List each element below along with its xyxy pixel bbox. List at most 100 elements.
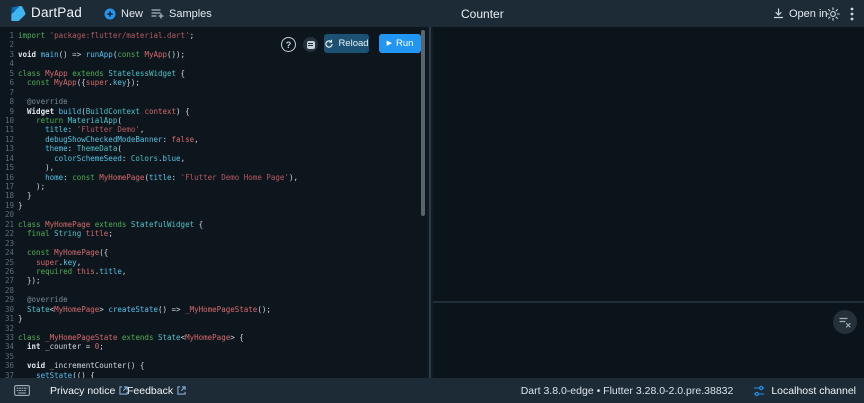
feedback-label: Feedback bbox=[127, 384, 174, 397]
line-number: 14 bbox=[4, 153, 14, 163]
header: DartPad New Samples Counter Open in bbox=[0, 0, 864, 27]
main-area: 1 2 3 4 5 6 7 8 9 10 11 12 13 14 15 16 17 18 19 20 21 22 23 24 2… bbox=[0, 27, 864, 378]
output-panel bbox=[433, 27, 864, 378]
line-number: 26 bbox=[4, 266, 14, 276]
code-line[interactable]: class MyHomePage extends StatefulWidget … bbox=[18, 220, 419, 229]
footer-right: Dart 3.8.0-edge • Flutter 3.28.0-2.0.pre… bbox=[521, 378, 856, 403]
format-button[interactable] bbox=[303, 37, 318, 52]
line-number: 32 bbox=[4, 323, 14, 333]
privacy-notice-label: Privacy notice bbox=[50, 384, 116, 397]
page-title: Counter bbox=[461, 7, 504, 21]
reload-icon bbox=[325, 39, 334, 48]
channel-label: Localhost channel bbox=[771, 384, 856, 397]
line-number: 24 bbox=[4, 248, 14, 258]
footer: Privacy notice Feedback Dart 3.8.0-edge … bbox=[0, 378, 864, 403]
line-number: 17 bbox=[4, 182, 14, 191]
line-number: 4 bbox=[9, 59, 14, 69]
open-in-label: Open in bbox=[789, 7, 828, 20]
editor-scrollbar[interactable] bbox=[421, 30, 425, 216]
open-in-button[interactable]: Open in bbox=[773, 0, 828, 27]
keyboard-icon bbox=[14, 385, 30, 396]
console-panel bbox=[433, 303, 864, 378]
code-line[interactable]: debugShowCheckedModeBanner: false, bbox=[18, 135, 419, 144]
code-line[interactable]: void _incrementCounter() { bbox=[18, 361, 419, 370]
code-line[interactable]: Widget build(BuildContext context) { bbox=[18, 107, 419, 116]
line-number: 36 bbox=[4, 361, 14, 371]
code-line[interactable] bbox=[18, 88, 419, 97]
code-line[interactable]: ); bbox=[18, 182, 419, 191]
code-line[interactable]: } bbox=[18, 314, 419, 323]
line-number: 11 bbox=[4, 125, 14, 135]
keyboard-shortcuts-button[interactable] bbox=[14, 378, 30, 403]
line-number: 19 bbox=[4, 200, 14, 210]
overflow-menu-button[interactable] bbox=[846, 0, 858, 27]
line-number: 13 bbox=[4, 144, 14, 154]
code-line[interactable]: class _MyHomePageState extends State<MyH… bbox=[18, 333, 419, 342]
help-button[interactable]: ? bbox=[281, 37, 296, 52]
reload-button[interactable]: Reload bbox=[324, 34, 369, 53]
feedback-link[interactable]: Feedback bbox=[127, 378, 186, 403]
line-number: 37 bbox=[4, 370, 14, 378]
code-line[interactable] bbox=[18, 239, 419, 248]
line-number: 16 bbox=[4, 172, 14, 182]
code-editor[interactable]: 1 2 3 4 5 6 7 8 9 10 11 12 13 14 15 16 17 18 19 20 21 22 23 24 2… bbox=[0, 27, 427, 378]
theme-toggle-button[interactable] bbox=[826, 0, 840, 27]
new-button[interactable]: New bbox=[104, 0, 143, 27]
code-line[interactable] bbox=[18, 210, 419, 219]
code-line[interactable]: int _counter = 0; bbox=[18, 342, 419, 351]
code-line[interactable]: theme: ThemeData( bbox=[18, 144, 419, 153]
line-number: 28 bbox=[4, 285, 14, 295]
run-button[interactable]: ▶ Run bbox=[379, 34, 421, 53]
code-line[interactable]: home: const MyHomePage(title: 'Flutter D… bbox=[18, 173, 419, 182]
code-line[interactable] bbox=[18, 59, 419, 68]
code-line[interactable]: ), bbox=[18, 163, 419, 172]
code-line[interactable]: setState(() { bbox=[18, 371, 419, 378]
code-lines: import 'package:flutter/material.dart'; v… bbox=[18, 31, 419, 378]
line-number: 20 bbox=[4, 210, 14, 220]
dartpad-window: DartPad New Samples Counter Open in 1 2 … bbox=[0, 0, 864, 403]
code-line[interactable] bbox=[18, 352, 419, 361]
code-line[interactable]: final String title; bbox=[18, 229, 419, 238]
code-line[interactable]: title: 'Flutter Demo', bbox=[18, 125, 419, 134]
tune-icon bbox=[754, 385, 765, 396]
code-line[interactable]: }); bbox=[18, 276, 419, 285]
code-line[interactable]: } bbox=[18, 191, 419, 200]
run-button-label: Run bbox=[395, 38, 414, 49]
code-line[interactable] bbox=[18, 324, 419, 333]
code-line[interactable]: @override bbox=[18, 97, 419, 106]
code-line[interactable]: } bbox=[18, 201, 419, 210]
help-icon: ? bbox=[285, 39, 292, 50]
code-line[interactable]: super.key, bbox=[18, 258, 419, 267]
clear-console-button[interactable] bbox=[833, 310, 857, 334]
privacy-notice-link[interactable]: Privacy notice bbox=[50, 378, 128, 403]
line-number: 15 bbox=[4, 163, 14, 173]
app-preview-frame[interactable] bbox=[433, 27, 864, 301]
line-number: 31 bbox=[4, 314, 14, 324]
code-line[interactable]: @override bbox=[18, 295, 419, 304]
line-number: 21 bbox=[4, 219, 14, 229]
clear-console-icon bbox=[839, 317, 851, 328]
sdk-version-text: Dart 3.8.0-edge • Flutter 3.28.0-2.0.pre… bbox=[520, 384, 734, 397]
code-line[interactable]: State<MyHomePage> createState() => _MyHo… bbox=[18, 305, 419, 314]
code-line[interactable]: class MyApp extends StatelessWidget { bbox=[18, 69, 419, 78]
new-button-label: New bbox=[121, 7, 144, 20]
code-line[interactable]: const MyApp({super.key}); bbox=[18, 78, 419, 87]
line-number: 3 bbox=[9, 49, 14, 59]
code-line[interactable]: colorSchemeSeed: Colors.blue, bbox=[18, 154, 419, 163]
code-line[interactable] bbox=[18, 286, 419, 295]
code-line[interactable]: const MyHomePage({ bbox=[18, 248, 419, 257]
line-number: 8 bbox=[9, 97, 14, 107]
line-number: 30 bbox=[4, 304, 14, 314]
download-icon bbox=[773, 8, 784, 19]
line-number: 18 bbox=[4, 191, 14, 201]
line-number: 7 bbox=[9, 87, 14, 97]
line-number: 2 bbox=[9, 40, 14, 50]
line-number: 1 bbox=[9, 31, 14, 40]
channel-selector[interactable]: Localhost channel bbox=[753, 385, 856, 397]
code-line[interactable]: return MaterialApp( bbox=[18, 116, 419, 125]
code-line[interactable]: required this.title, bbox=[18, 267, 419, 276]
dartpad-logo-icon bbox=[11, 5, 26, 22]
reload-button-label: Reload bbox=[338, 38, 369, 49]
line-number: 35 bbox=[4, 351, 14, 361]
samples-button[interactable]: Samples bbox=[151, 0, 212, 27]
